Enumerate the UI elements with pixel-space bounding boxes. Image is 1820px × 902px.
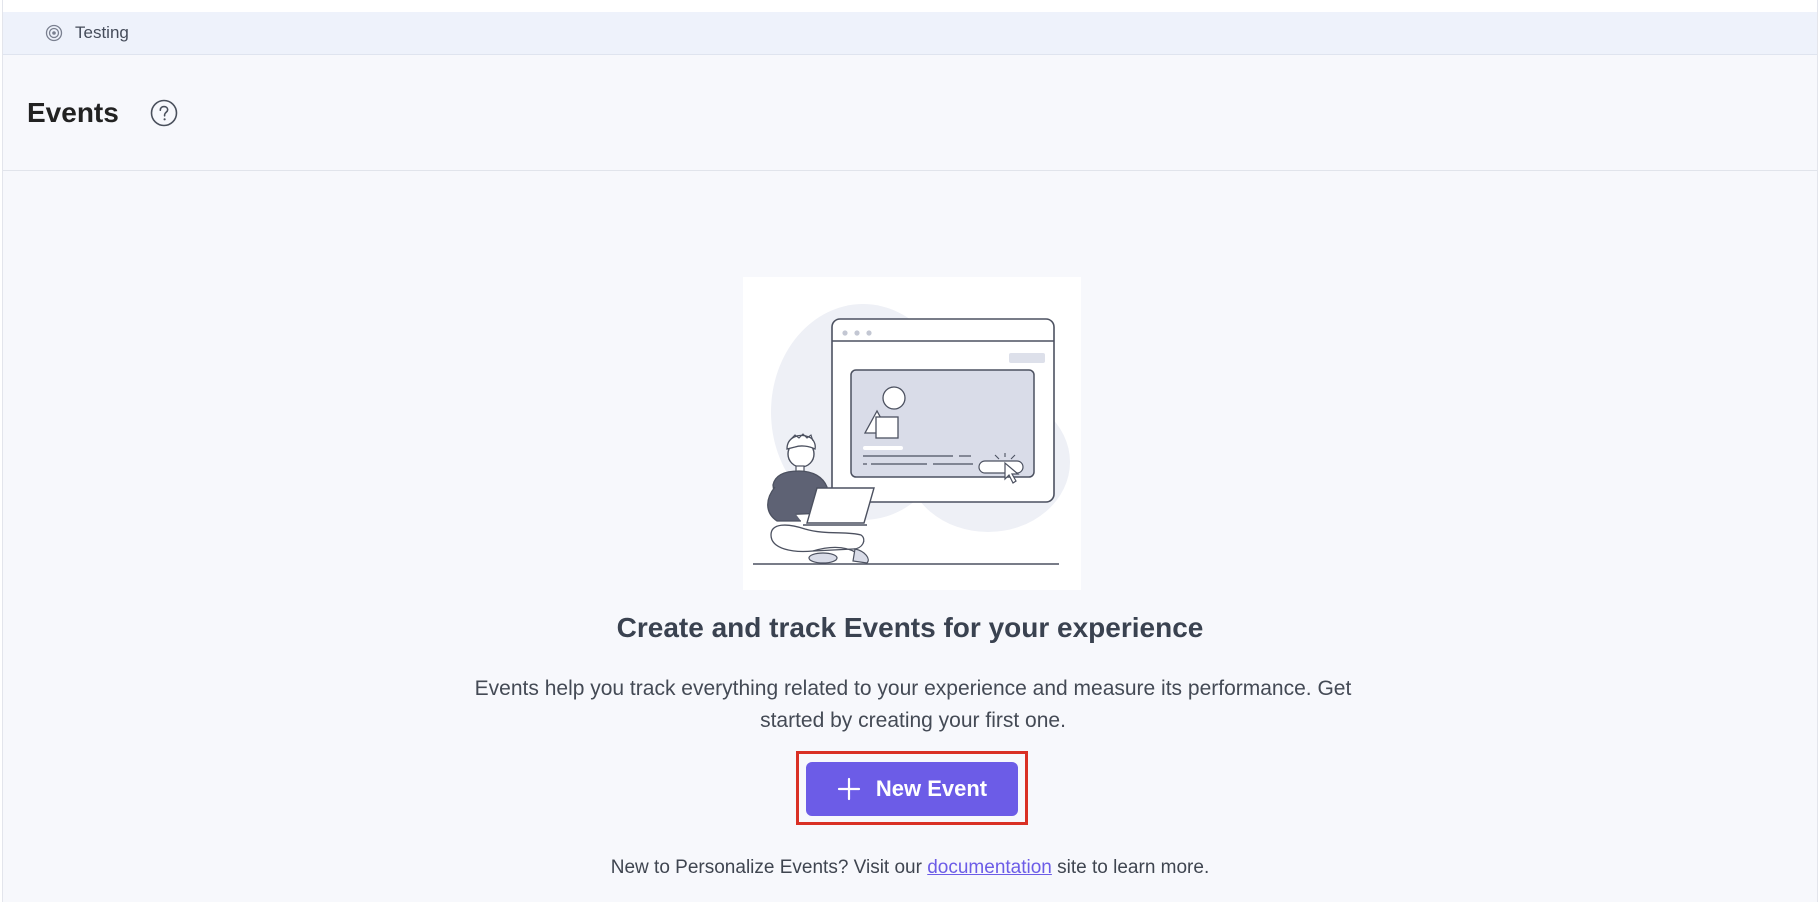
plus-icon — [837, 777, 861, 801]
new-event-label: New Event — [875, 776, 988, 801]
page-header: Events — [3, 55, 1817, 171]
page-title: Events — [27, 96, 119, 128]
top-strip — [3, 0, 1817, 12]
breadcrumb-label[interactable]: Testing — [75, 23, 129, 43]
empty-state-heading: Create and track Events for your experie… — [616, 612, 1204, 643]
breadcrumb: Testing — [3, 12, 1817, 55]
footer-note: New to Personalize Events? Visit our doc… — [3, 857, 1817, 879]
footer-prefix: New to Personalize Events? Visit our — [610, 857, 928, 878]
documentation-link[interactable]: documentation — [927, 857, 1052, 878]
target-icon — [45, 24, 63, 42]
question-circle-icon[interactable] — [149, 98, 179, 128]
empty-state-illustration — [743, 277, 1081, 590]
footer-suffix: site to learn more. — [1051, 857, 1210, 878]
app-frame: Testing Events Create and track Events f… — [2, 0, 1818, 902]
empty-state-description: Events help you track everything related… — [474, 677, 1352, 732]
new-event-button[interactable]: New Event — [806, 762, 1018, 816]
